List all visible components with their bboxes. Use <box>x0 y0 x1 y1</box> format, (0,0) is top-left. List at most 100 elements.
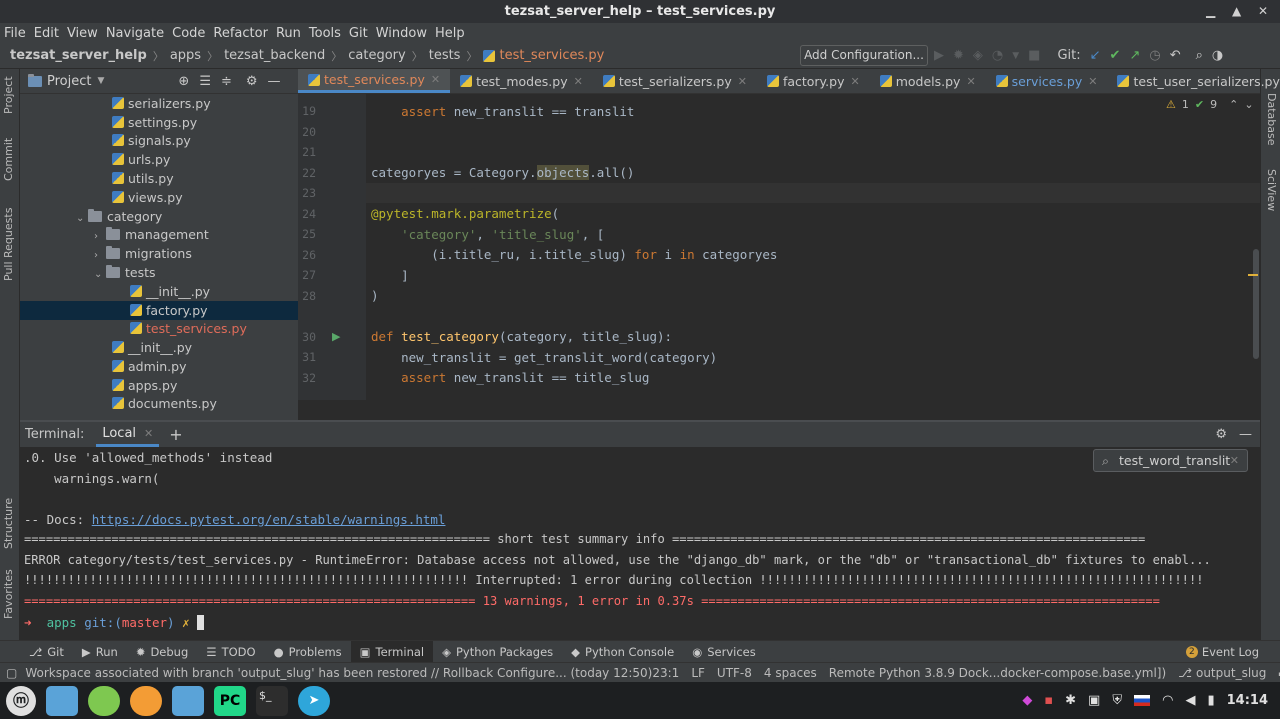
menu-refactor[interactable]: Refactor <box>213 26 268 41</box>
line-separator[interactable]: LF <box>691 666 705 680</box>
sciview-tool-button[interactable]: SciView <box>1265 169 1278 211</box>
close-tab-icon[interactable]: ✕ <box>144 427 153 440</box>
breadcrumb-tests[interactable]: tests <box>429 48 461 63</box>
menu-git[interactable]: Git <box>349 26 368 41</box>
pycharm-icon[interactable]: PC <box>214 685 246 716</box>
tab-models[interactable]: models.py ✕ <box>870 69 986 93</box>
interpreter[interactable]: Remote Python 3.8.9 Dock...docker-compos… <box>829 666 1166 680</box>
close-window-icon[interactable]: ✕ <box>1258 0 1268 23</box>
tool-problems[interactable]: ● Problems <box>265 641 351 663</box>
tool-terminal[interactable]: ▣ Terminal <box>350 640 434 663</box>
coverage-icon[interactable]: ◈ <box>973 48 983 63</box>
tool-run[interactable]: ▶ Run <box>73 641 127 663</box>
tree-item[interactable]: test_services.py <box>130 319 247 338</box>
favorites-tool-button[interactable]: Favorites <box>2 569 15 619</box>
tree-item[interactable]: __init__.py <box>112 338 192 357</box>
terminal-search-input[interactable]: ⌕ test_word_translit ✕ <box>1093 449 1248 472</box>
rollback-icon[interactable]: ↶ <box>1170 48 1181 63</box>
hide-panel-icon[interactable]: — <box>268 74 281 89</box>
menu-window[interactable]: Window <box>376 26 427 41</box>
ide-menu-icon[interactable]: ◑ <box>1212 48 1223 63</box>
docs-link[interactable]: https://docs.pytest.org/en/stable/warnin… <box>92 512 446 527</box>
tab-test-services[interactable]: test_services.py ✕ <box>298 69 451 93</box>
chevron-down-icon[interactable]: ⌄ <box>94 265 106 284</box>
tab-test-modes[interactable]: test_modes.py ✕ <box>450 69 593 93</box>
terminal-app-icon[interactable]: $_ <box>256 685 288 716</box>
tab-test-serializers[interactable]: test_serializers.py ✕ <box>593 69 757 93</box>
inspection-widget[interactable]: ⚠ 1 ✔ 9 ⌃ ⌄ <box>1166 98 1254 111</box>
maximize-icon[interactable]: ▲ <box>1232 0 1241 23</box>
telegram-icon[interactable]: ➤ <box>298 685 330 716</box>
battery-icon[interactable]: ▮ <box>1207 693 1214 708</box>
terminal-output[interactable]: .0. Use 'allowed_methods' instead warnin… <box>20 447 1260 640</box>
stop-icon[interactable]: ■ <box>1028 48 1040 63</box>
chevron-down-icon[interactable]: ▼ <box>97 76 104 86</box>
clock[interactable]: 14:14 <box>1227 693 1268 708</box>
add-configuration-button[interactable]: Add Configuration... <box>800 45 928 66</box>
file-encoding[interactable]: UTF-8 <box>717 666 752 680</box>
terminal-prompt[interactable]: ➜ apps git:(master) ✗ <box>24 615 205 630</box>
menu-tools[interactable]: Tools <box>309 26 341 41</box>
clipboard-icon[interactable]: ▣ <box>1088 693 1100 708</box>
warning-stripe[interactable] <box>1248 274 1258 276</box>
menu-code[interactable]: Code <box>172 26 205 41</box>
tab-test-user-serializers[interactable]: test_user_serializers.py✕ <box>1107 69 1280 93</box>
breadcrumb-tezsat-backend[interactable]: tezsat_backend <box>224 48 325 63</box>
menu-run[interactable]: Run <box>276 26 301 41</box>
pull-requests-tool-button[interactable]: Pull Requests <box>2 208 15 281</box>
chevron-down-icon[interactable]: ⌄ <box>76 209 88 228</box>
breadcrumb-category[interactable]: category <box>348 48 405 63</box>
tab-services[interactable]: services.py ✕ <box>986 69 1108 93</box>
close-tab-icon[interactable]: ✕ <box>850 75 859 88</box>
mint-menu-icon[interactable]: ⓜ <box>6 685 36 716</box>
menu-view[interactable]: View <box>67 26 98 41</box>
files-icon[interactable] <box>172 685 204 716</box>
close-tab-icon[interactable]: ✕ <box>574 75 583 88</box>
project-tool-button[interactable]: Project <box>2 76 15 114</box>
tree-item[interactable]: signals.py <box>112 131 191 150</box>
collapse-all-icon[interactable]: ≑ <box>221 74 232 89</box>
tool-services[interactable]: ◉ Services <box>683 641 765 663</box>
structure-tool-button[interactable]: Structure <box>2 498 15 549</box>
tree-item[interactable]: admin.py <box>112 357 186 376</box>
new-terminal-icon[interactable]: + <box>169 425 182 444</box>
tree-folder-category[interactable]: ⌄ category <box>76 207 162 226</box>
tool-python-packages[interactable]: ◈ Python Packages <box>433 641 562 663</box>
close-tab-icon[interactable]: ✕ <box>431 73 440 86</box>
menu-file[interactable]: File <box>4 26 26 41</box>
tree-item[interactable]: settings.py <box>112 113 197 132</box>
terminal-tab-local[interactable]: Local ✕ <box>96 423 160 447</box>
git-update-icon[interactable]: ↙ <box>1090 48 1101 63</box>
tab-factory[interactable]: factory.py ✕ <box>757 69 870 93</box>
shield-icon[interactable]: ⛨ <box>1112 693 1122 708</box>
show-desktop-icon[interactable] <box>46 685 78 716</box>
tree-item[interactable]: utils.py <box>112 169 174 188</box>
database-tool-button[interactable]: Database <box>1265 93 1278 146</box>
wifi-icon[interactable]: ◠ <box>1162 693 1173 708</box>
tree-item[interactable]: apps.py <box>112 376 177 395</box>
profile-icon[interactable]: ◔ <box>992 48 1003 63</box>
bluetooth-icon[interactable]: ✱ <box>1065 693 1076 708</box>
more-run-chevron-icon[interactable]: ▼ <box>1012 51 1019 61</box>
hide-panel-icon[interactable]: — <box>1239 427 1252 442</box>
app-tray-icon[interactable]: ◆ <box>1022 693 1032 708</box>
gear-icon[interactable]: ⚙ <box>246 74 258 89</box>
git-commit-icon[interactable]: ✔ <box>1110 48 1121 63</box>
editor-scrollbar[interactable] <box>1253 249 1259 359</box>
locate-icon[interactable]: ⊕ <box>178 74 189 89</box>
clear-search-icon[interactable]: ✕ <box>1230 450 1239 471</box>
menu-edit[interactable]: Edit <box>34 26 59 41</box>
prev-highlight-icon[interactable]: ⌃ <box>1229 98 1238 111</box>
code-editor[interactable]: assert new_translit == translit category… <box>366 94 1260 400</box>
tree-item[interactable]: views.py <box>112 188 183 207</box>
tree-item[interactable]: documents.py <box>112 394 217 413</box>
status-message[interactable]: Workspace associated with branch 'output… <box>25 666 652 680</box>
tree-folder-tests[interactable]: ⌄ tests <box>94 263 156 282</box>
history-icon[interactable]: ◷ <box>1149 48 1160 63</box>
close-tab-icon[interactable]: ✕ <box>966 75 975 88</box>
notification-tray-icon[interactable]: ▪ <box>1044 693 1053 708</box>
close-tab-icon[interactable]: ✕ <box>738 75 747 88</box>
minimize-icon[interactable]: ▁ <box>1206 0 1215 23</box>
menu-help[interactable]: Help <box>435 26 465 41</box>
caret-position[interactable]: 23:1 <box>652 666 679 680</box>
